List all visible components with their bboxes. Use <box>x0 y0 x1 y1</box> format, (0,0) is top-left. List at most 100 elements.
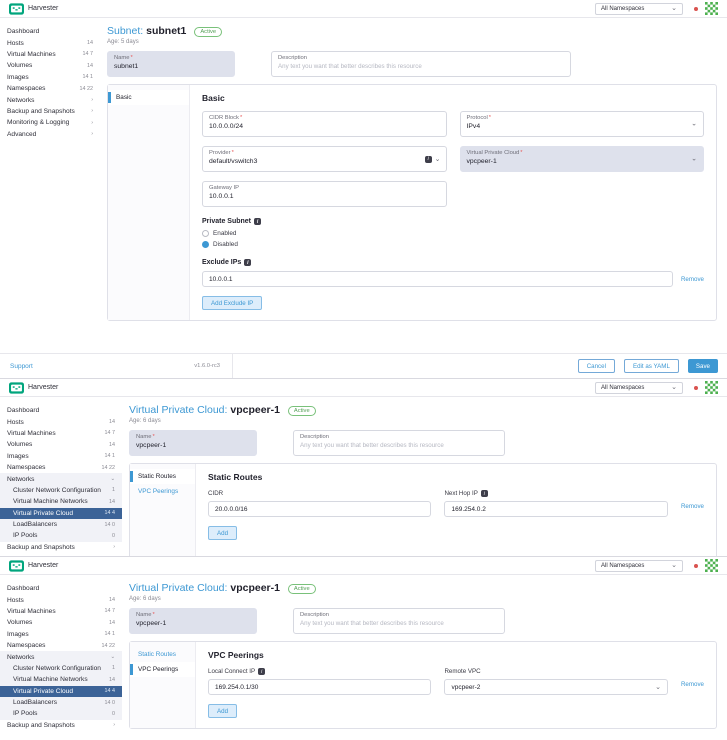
sidebar-item-virtual-machine-networks[interactable]: Virtual Machine Networks14 <box>0 674 122 685</box>
sidebar-item-backup-snapshots[interactable]: Backup and Snapshots› <box>0 106 100 117</box>
add-exclude-ip-button[interactable]: Add Exclude IP <box>202 296 262 310</box>
support-link[interactable]: Support <box>10 363 33 370</box>
sidebar-item-networks[interactable]: Networks⌄ <box>0 473 122 484</box>
remove-exclude-ip-link[interactable]: Remove <box>681 276 704 283</box>
save-button[interactable]: Save <box>688 359 718 373</box>
section-title: Basic <box>202 93 704 103</box>
chevron-right-icon: › <box>87 108 93 114</box>
sidebar-item-dashboard[interactable]: Dashboard <box>0 583 122 594</box>
sidebar-item-ip-pools[interactable]: IP Pools0 <box>0 530 122 541</box>
sidebar-item-advanced[interactable]: Advanced› <box>0 129 100 140</box>
sidebar-item-namespaces[interactable]: Namespaces14 22 <box>0 640 122 651</box>
add-route-button[interactable]: Add <box>208 526 237 540</box>
info-icon[interactable]: i <box>425 156 432 163</box>
protocol-select[interactable]: Protocol* IPv4 ⌄ <box>460 111 705 137</box>
namespace-filter-select[interactable]: All Namespaces ⌄ <box>595 3 683 15</box>
exclude-ips-label: Exclude IPs i <box>202 259 704 266</box>
sidebar-item-namespaces[interactable]: Namespaces14 22 <box>0 462 122 473</box>
sidebar-item-virtual-machines[interactable]: Virtual Machines14 7 <box>0 49 100 60</box>
sidebar-item-volumes[interactable]: Volumes14 <box>0 439 122 450</box>
tab-static-routes[interactable]: Static Routes <box>130 647 195 662</box>
sidebar-nav: Dashboard Hosts14 Virtual Machines14 7 V… <box>0 18 100 378</box>
sidebar-item-hosts[interactable]: Hosts14 <box>0 37 100 48</box>
private-subnet-disabled-radio[interactable]: Disabled <box>202 241 704 248</box>
next-hop-ip-input[interactable]: 169.254.0.2 <box>444 501 667 517</box>
info-icon[interactable]: i <box>481 490 488 497</box>
sidebar-item-volumes[interactable]: Volumes14 <box>0 60 100 71</box>
provider-select[interactable]: Provider* default/vswitch3 i⌄ <box>202 146 447 172</box>
sidebar-item-monitoring-logging[interactable]: Monitoring & Logging› <box>0 117 100 128</box>
sidebar-item-networks[interactable]: Networks› <box>0 94 100 105</box>
name-field: Name* vpcpeer-1 <box>129 430 257 456</box>
user-avatar[interactable] <box>705 559 718 572</box>
local-connect-ip-label: Local Connect IPi <box>208 668 431 675</box>
description-field[interactable]: Description Any text you want that bette… <box>293 608 505 634</box>
subnet-main-content: Subnet: subnet1 Active Age: 5 days Name*… <box>100 18 727 378</box>
info-icon[interactable]: i <box>254 218 261 225</box>
remove-route-link[interactable]: Remove <box>681 503 704 510</box>
sidebar-item-backup-snapshots[interactable]: Backup and Snapshots› <box>0 720 122 731</box>
info-icon[interactable]: i <box>258 668 265 675</box>
user-avatar[interactable] <box>705 381 718 394</box>
count-badge: 14 4 <box>101 688 116 694</box>
count-badge: 14 1 <box>101 631 116 637</box>
sidebar-item-namespaces[interactable]: Namespaces14 22 <box>0 83 100 94</box>
radio-off-icon <box>202 230 209 237</box>
age-label: Age: 6 days <box>129 418 717 424</box>
count-badge: 14 <box>105 499 115 505</box>
namespace-filter-select[interactable]: All Namespaces ⌄ <box>595 382 683 394</box>
info-icon[interactable]: i <box>244 259 251 266</box>
exclude-ip-input[interactable]: 10.0.0.1 <box>202 271 673 287</box>
sidebar-item-virtual-machines[interactable]: Virtual Machines14 7 <box>0 428 122 439</box>
sidebar-item-cluster-network-configuration[interactable]: Cluster Network Configuration1 <box>0 663 122 674</box>
private-subnet-enabled-radio[interactable]: Enabled <box>202 230 704 237</box>
sidebar-item-virtual-private-cloud[interactable]: Virtual Private Cloud14 4 <box>0 686 122 697</box>
chevron-down-icon: ⌄ <box>655 684 661 691</box>
tab-vpc-peerings[interactable]: VPC Peerings <box>130 662 195 677</box>
count-badge: 14 4 <box>101 510 116 516</box>
local-connect-ip-input[interactable]: 169.254.0.1/30 <box>208 679 431 695</box>
sidebar-item-loadbalancers[interactable]: LoadBalancers14 0 <box>0 519 122 530</box>
sidebar-item-dashboard[interactable]: Dashboard <box>0 26 100 37</box>
app-name: Harvester <box>28 562 58 569</box>
notification-dot <box>694 564 698 568</box>
sidebar-item-virtual-machines[interactable]: Virtual Machines14 7 <box>0 606 122 617</box>
sidebar-item-images[interactable]: Images14 1 <box>0 451 122 462</box>
cancel-button[interactable]: Cancel <box>578 359 615 373</box>
sidebar-item-virtual-machine-networks[interactable]: Virtual Machine Networks14 <box>0 496 122 507</box>
remove-peering-link[interactable]: Remove <box>681 681 704 688</box>
remote-vpc-select[interactable]: vpcpeer-2 ⌄ <box>444 679 667 695</box>
edit-as-yaml-button[interactable]: Edit as YAML <box>624 359 679 373</box>
sidebar-item-dashboard[interactable]: Dashboard <box>0 405 122 416</box>
sidebar-item-backup-snapshots[interactable]: Backup and Snapshots› <box>0 542 122 553</box>
cidr-block-field[interactable]: CIDR Block* 10.0.0.0/24 <box>202 111 447 137</box>
description-field[interactable]: Description Any text you want that bette… <box>271 51 571 77</box>
sidebar-item-loadbalancers[interactable]: LoadBalancers14 0 <box>0 697 122 708</box>
cidr-input[interactable]: 20.0.0.0/16 <box>208 501 431 517</box>
count-badge: 14 <box>105 677 115 683</box>
description-field[interactable]: Description Any text you want that bette… <box>293 430 505 456</box>
sidebar-item-networks[interactable]: Networks⌄ <box>0 651 122 662</box>
namespace-filter-select[interactable]: All Namespaces ⌄ <box>595 560 683 572</box>
chevron-down-icon: ⌄ <box>691 121 697 128</box>
add-peering-button[interactable]: Add <box>208 704 237 718</box>
count-badge: 14 <box>105 620 115 626</box>
sidebar-item-volumes[interactable]: Volumes14 <box>0 617 122 628</box>
private-subnet-label: Private Subnet i <box>202 218 704 225</box>
sidebar-item-virtual-private-cloud[interactable]: Virtual Private Cloud14 4 <box>0 508 122 519</box>
name-field: Name* vpcpeer-1 <box>129 608 257 634</box>
tab-basic[interactable]: Basic <box>108 90 189 105</box>
gateway-ip-field[interactable]: Gateway IP 10.0.0.1 <box>202 181 447 207</box>
count-badge: 14 0 <box>101 700 116 706</box>
count-badge: 1 <box>108 665 115 671</box>
sidebar-item-images[interactable]: Images14 1 <box>0 629 122 640</box>
tab-static-routes[interactable]: Static Routes <box>130 469 195 484</box>
section-title: Static Routes <box>208 472 704 482</box>
tab-vpc-peerings[interactable]: VPC Peerings <box>130 484 195 499</box>
sidebar-item-images[interactable]: Images14 1 <box>0 72 100 83</box>
sidebar-item-hosts[interactable]: Hosts14 <box>0 594 122 605</box>
sidebar-item-ip-pools[interactable]: IP Pools0 <box>0 708 122 719</box>
user-avatar[interactable] <box>705 2 718 15</box>
sidebar-item-hosts[interactable]: Hosts14 <box>0 416 122 427</box>
sidebar-item-cluster-network-configuration[interactable]: Cluster Network Configuration1 <box>0 485 122 496</box>
